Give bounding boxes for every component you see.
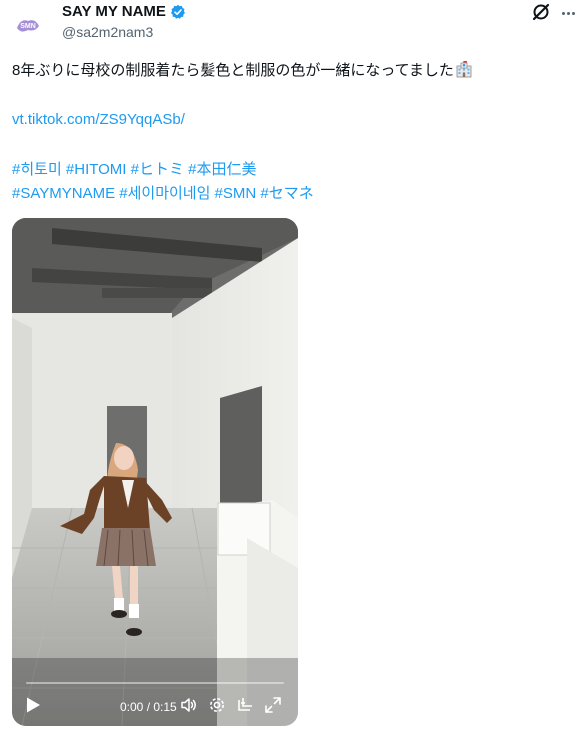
tiktok-link[interactable]: vt.tiktok.com/ZS9YqqASb/ — [12, 110, 185, 130]
display-name[interactable]: SAY MY NAME — [62, 3, 166, 20]
name-row: SAY MY NAME — [62, 3, 186, 20]
more-options-icon[interactable] — [559, 4, 577, 22]
settings-icon[interactable] — [208, 696, 226, 714]
svg-text:SMN: SMN — [20, 23, 36, 30]
tweet-header: SMN SAY MY NAME @sa2m2nam3 — [0, 0, 584, 50]
dot — [571, 11, 575, 15]
video-player[interactable]: 0:00 / 0:15 — [12, 218, 298, 726]
video-controls: 0:00 / 0:15 — [12, 678, 298, 726]
avatar-logo: SMN — [12, 10, 44, 42]
school-building-emoji-icon — [455, 60, 473, 78]
user-handle[interactable]: @sa2m2nam3 — [62, 24, 153, 40]
fullscreen-icon[interactable] — [264, 696, 282, 714]
hashtags-line2[interactable]: #SAYMYNAME #세이마이네임 #SMN #セマネ — [12, 184, 314, 204]
avatar[interactable]: SMN — [12, 10, 44, 42]
video-progress-bar[interactable] — [26, 682, 284, 684]
dot — [566, 11, 570, 15]
dot — [561, 11, 565, 15]
play-icon[interactable] — [24, 696, 42, 714]
hashtags-line1[interactable]: #히토미 #HITOMI #ヒトミ #本田仁美 — [12, 160, 257, 180]
grok-icon[interactable] — [531, 2, 551, 22]
video-time: 0:00 / 0:15 — [120, 700, 177, 714]
captions-icon[interactable] — [236, 696, 254, 714]
verified-badge-icon — [170, 4, 186, 20]
video-frame — [12, 218, 298, 726]
volume-icon[interactable] — [180, 696, 198, 714]
tweet-text: 8年ぶりに母校の制服着たら髪色と制服の色が一緒になってました — [12, 60, 473, 81]
tweet-text-line1: 8年ぶりに母校の制服着たら髪色と制服の色が一緒になってました — [12, 62, 454, 79]
